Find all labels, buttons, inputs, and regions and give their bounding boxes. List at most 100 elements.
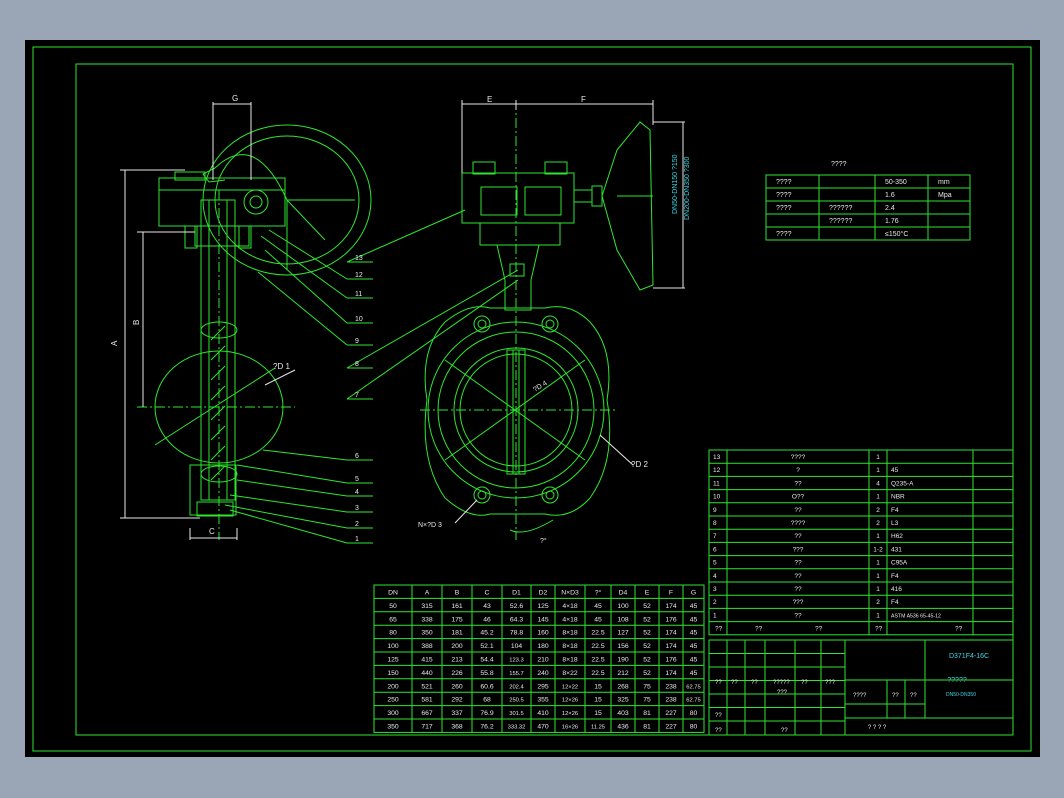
dim-table-cell: 45	[690, 616, 698, 623]
dim-table-cell: 60.6	[480, 683, 493, 690]
part-name: ???	[793, 599, 804, 606]
parts-header: ??	[755, 626, 763, 633]
dim-table-header: B	[455, 590, 460, 597]
spec-cell: ??????	[829, 218, 852, 225]
dim-table-cell: 52.6	[510, 603, 523, 610]
front-handwheel	[601, 121, 654, 291]
title-mark: ?????	[773, 680, 790, 686]
dim-table-header: E	[645, 590, 650, 597]
part-qty: 1	[876, 533, 880, 540]
spec-cell: 50-350	[885, 179, 907, 186]
dim-table-cell: 174	[665, 670, 677, 677]
dim-table-cell: 4×18	[562, 616, 578, 623]
dim-table-cell: 52.1	[480, 643, 493, 650]
dim-table-header: G	[691, 590, 696, 597]
dim-table-cell: 52	[643, 670, 651, 677]
title-cell: ??	[715, 728, 722, 734]
part-no: 1	[713, 612, 717, 619]
dim-table-cell: 325	[617, 697, 629, 704]
spec-cell: mm	[938, 179, 950, 186]
title-sign: ????	[853, 693, 867, 699]
balloon-1: 1	[355, 536, 359, 543]
side-view	[137, 124, 372, 540]
dim-table-cell: 125	[537, 603, 549, 610]
dim-table-cell: 8×18	[562, 643, 578, 650]
balloon-12: 12	[355, 272, 363, 279]
dim-table-cell: 8×18	[562, 657, 578, 664]
dim-table-cell: 52	[643, 603, 651, 610]
dim-table-cell: 8×22	[562, 670, 578, 677]
dim-table-cell: 22.5	[591, 630, 604, 637]
dim-table-cell: 717	[421, 724, 433, 731]
spec-table: ???? ???? 50-350 mm???? 1.6 Mpa?????????? 2.4…	[765, 161, 971, 241]
dim-G: G	[232, 94, 238, 103]
balloon-7: 7	[355, 392, 359, 399]
title-block: D371F4-16C????? DN50-DN350???????????????…	[708, 639, 1014, 736]
dim-table-cell: 52	[643, 630, 651, 637]
dim-table-cell: 440	[421, 670, 433, 677]
part-material: 45	[891, 467, 899, 474]
dim-table-cell: 176	[665, 616, 677, 623]
dim-table-cell: 292	[451, 697, 463, 704]
balloon-10: 10	[355, 316, 363, 323]
dim-table-cell: 227	[665, 724, 677, 731]
part-material: NBR	[891, 494, 905, 501]
dim-table-cell: 12×26	[562, 698, 578, 704]
dim-angle: ?°	[540, 537, 547, 545]
dim-table-cell: 125	[387, 657, 399, 664]
dim-table-cell: 127	[617, 630, 629, 637]
dim-table-cell: 4×18	[562, 603, 578, 610]
part-qty: 2	[876, 599, 880, 606]
dim-table-cell: 174	[665, 643, 677, 650]
dim-B: B	[132, 320, 141, 325]
spec-cell: ????	[776, 231, 792, 238]
balloon-4: 4	[355, 489, 359, 496]
title-name: ?????	[947, 677, 967, 684]
dim-table-cell: 75	[643, 697, 651, 704]
dim-table-cell: 15	[594, 697, 602, 704]
part-no: 8	[713, 520, 717, 527]
part-name: ??	[794, 586, 802, 593]
spec-cell: ??????	[829, 205, 852, 212]
spec-cell: 2.4	[885, 205, 895, 212]
part-name: ?	[796, 467, 800, 474]
dim-C: C	[209, 527, 215, 536]
dim-table-cell: 295	[537, 683, 549, 690]
dim-table-cell: 300	[387, 710, 399, 717]
dim-table-cell: 156	[617, 643, 629, 650]
part-material: F4	[891, 573, 899, 580]
handwheel-note-2: DN200-DN350 ?300	[684, 156, 691, 220]
dim-table-cell: 11.25	[591, 725, 605, 731]
dim-table-cell: 301.5	[509, 711, 524, 717]
dim-table-cell: 155.7	[509, 671, 524, 677]
dim-table-header: D2	[539, 590, 548, 597]
dim-table-cell: 202.4	[509, 684, 524, 690]
spec-cell: ≤150°C	[885, 230, 908, 238]
title-mark: ??	[801, 680, 808, 686]
dim-table-cell: 76.9	[480, 710, 493, 717]
dim-table-cell: 45	[594, 603, 602, 610]
part-qty: 1	[876, 573, 880, 580]
dim-table-cell: 180	[537, 643, 549, 650]
title-cell: ??	[715, 713, 722, 719]
spec-cell: ????	[776, 192, 792, 199]
dim-table-cell: 68	[483, 697, 491, 704]
dim-table-cell: 45	[690, 603, 698, 610]
dim-table-cell: 238	[665, 697, 677, 704]
part-material: F4	[891, 599, 899, 606]
dim-table-cell: 123.3	[509, 658, 524, 664]
part-name: O??	[792, 494, 805, 501]
part-qty: 4	[876, 480, 880, 487]
dim-table-cell: 45.2	[480, 630, 493, 637]
dim-table-header: DN	[388, 590, 398, 597]
dim-table-cell: 104	[511, 643, 523, 650]
outer-frame	[32, 46, 1032, 752]
dim-A: A	[110, 340, 119, 346]
dim-table-cell: 200	[387, 683, 399, 690]
title-mark: ??	[731, 680, 738, 686]
front-body	[424, 306, 611, 516]
dim-table-cell: 350	[387, 724, 399, 731]
part-qty: 1-2	[873, 546, 883, 553]
parts-header: ??	[955, 626, 963, 633]
dim-table-cell: 15	[594, 710, 602, 717]
